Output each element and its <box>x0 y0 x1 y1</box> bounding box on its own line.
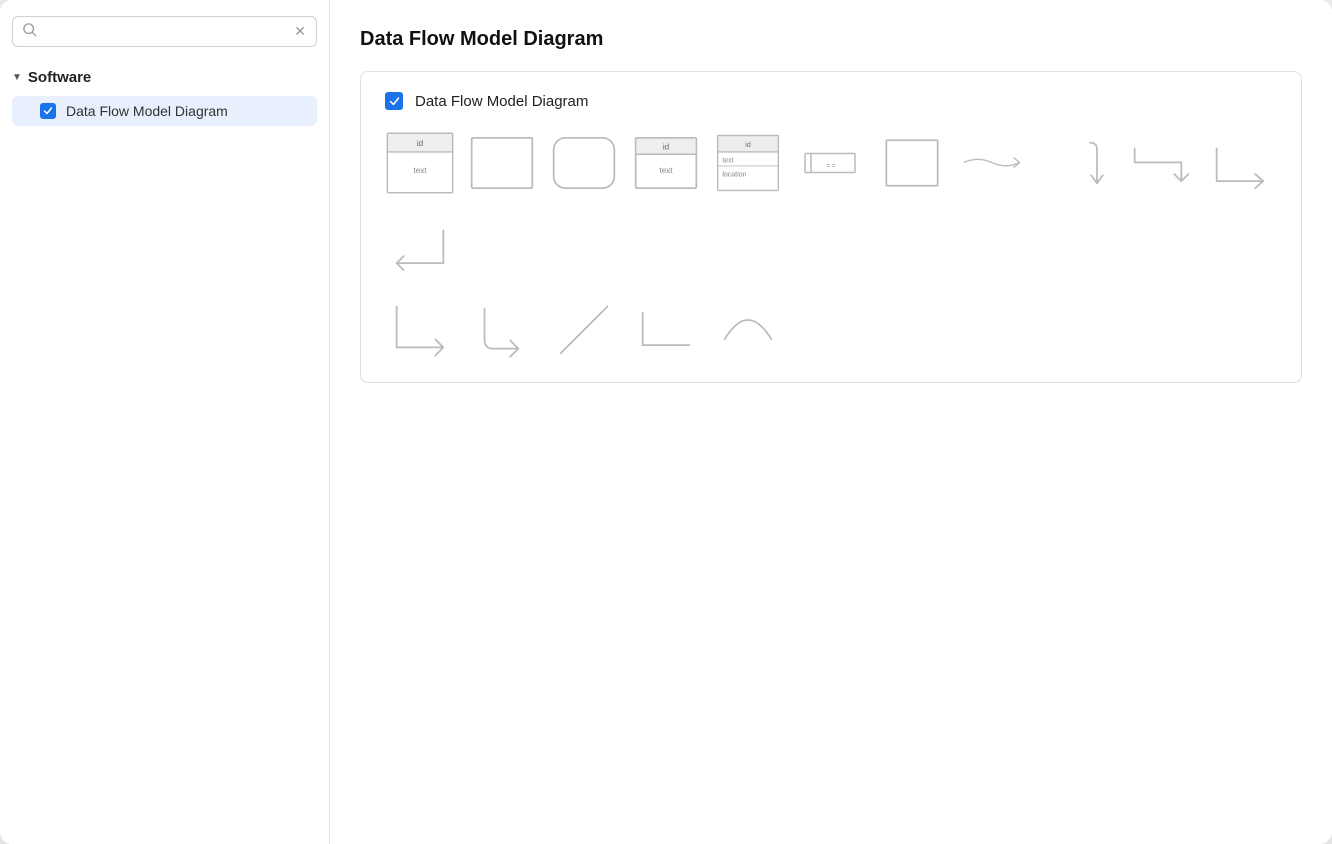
shape-data-store[interactable]: = = <box>795 128 865 198</box>
shape-rectangle[interactable] <box>467 128 537 198</box>
sidebar-item-data-flow[interactable]: Data Flow Model Diagram <box>12 96 317 126</box>
shapes-grid-row2 <box>385 292 1277 362</box>
shape-connector-rev-l[interactable] <box>385 210 455 280</box>
shape-diagonal-line[interactable] <box>549 292 619 362</box>
shape-rounded-rectangle[interactable] <box>549 128 619 198</box>
shape-connector-tr[interactable] <box>1041 128 1111 198</box>
search-icon <box>23 23 37 40</box>
diagram-card-header: Data Flow Model Diagram <box>385 92 1277 110</box>
svg-text:text: text <box>659 166 673 175</box>
category-label: Software <box>28 69 91 86</box>
svg-text:= =: = = <box>827 164 836 170</box>
svg-text:id: id <box>745 142 751 149</box>
shape-connector-lr[interactable] <box>631 292 701 362</box>
shape-connector-u[interactable] <box>467 292 537 362</box>
category-header[interactable]: ▼ Software <box>12 65 317 90</box>
shapes-grid-row1: id text <box>385 128 1277 280</box>
sidebar: data flow ✕ ▼ Software Data Flow Model D… <box>0 0 330 844</box>
chevron-down-icon: ▼ <box>12 72 22 83</box>
shape-connector-l[interactable] <box>1205 128 1275 198</box>
shape-entity[interactable]: id text <box>631 128 701 198</box>
svg-text:text: text <box>722 157 733 164</box>
shape-connector-z[interactable] <box>1123 128 1193 198</box>
svg-text:id: id <box>417 139 424 148</box>
clear-icon[interactable]: ✕ <box>294 23 306 40</box>
checkbox-icon <box>40 103 56 119</box>
svg-text:id: id <box>663 143 670 152</box>
main-content: Data Flow Model Diagram Data Flow Model … <box>330 0 1332 844</box>
svg-text:text: text <box>413 166 427 175</box>
shape-table[interactable]: id text location <box>713 128 783 198</box>
sidebar-item-label: Data Flow Model Diagram <box>66 103 228 119</box>
shape-process[interactable]: id text <box>385 128 455 198</box>
page-title: Data Flow Model Diagram <box>360 28 1302 51</box>
app-window: data flow ✕ ▼ Software Data Flow Model D… <box>0 0 1332 844</box>
shape-arc[interactable] <box>713 292 783 362</box>
svg-text:location: location <box>722 171 746 178</box>
diagram-card: Data Flow Model Diagram id text <box>360 71 1302 383</box>
card-checkbox[interactable] <box>385 92 403 110</box>
shape-data-flow-arrow[interactable] <box>959 128 1029 198</box>
search-input[interactable]: data flow <box>43 24 294 40</box>
shape-corner-bracket-br[interactable] <box>385 292 455 362</box>
shape-external-entity[interactable] <box>877 128 947 198</box>
diagram-card-title: Data Flow Model Diagram <box>415 93 588 110</box>
search-box[interactable]: data flow ✕ <box>12 16 317 47</box>
